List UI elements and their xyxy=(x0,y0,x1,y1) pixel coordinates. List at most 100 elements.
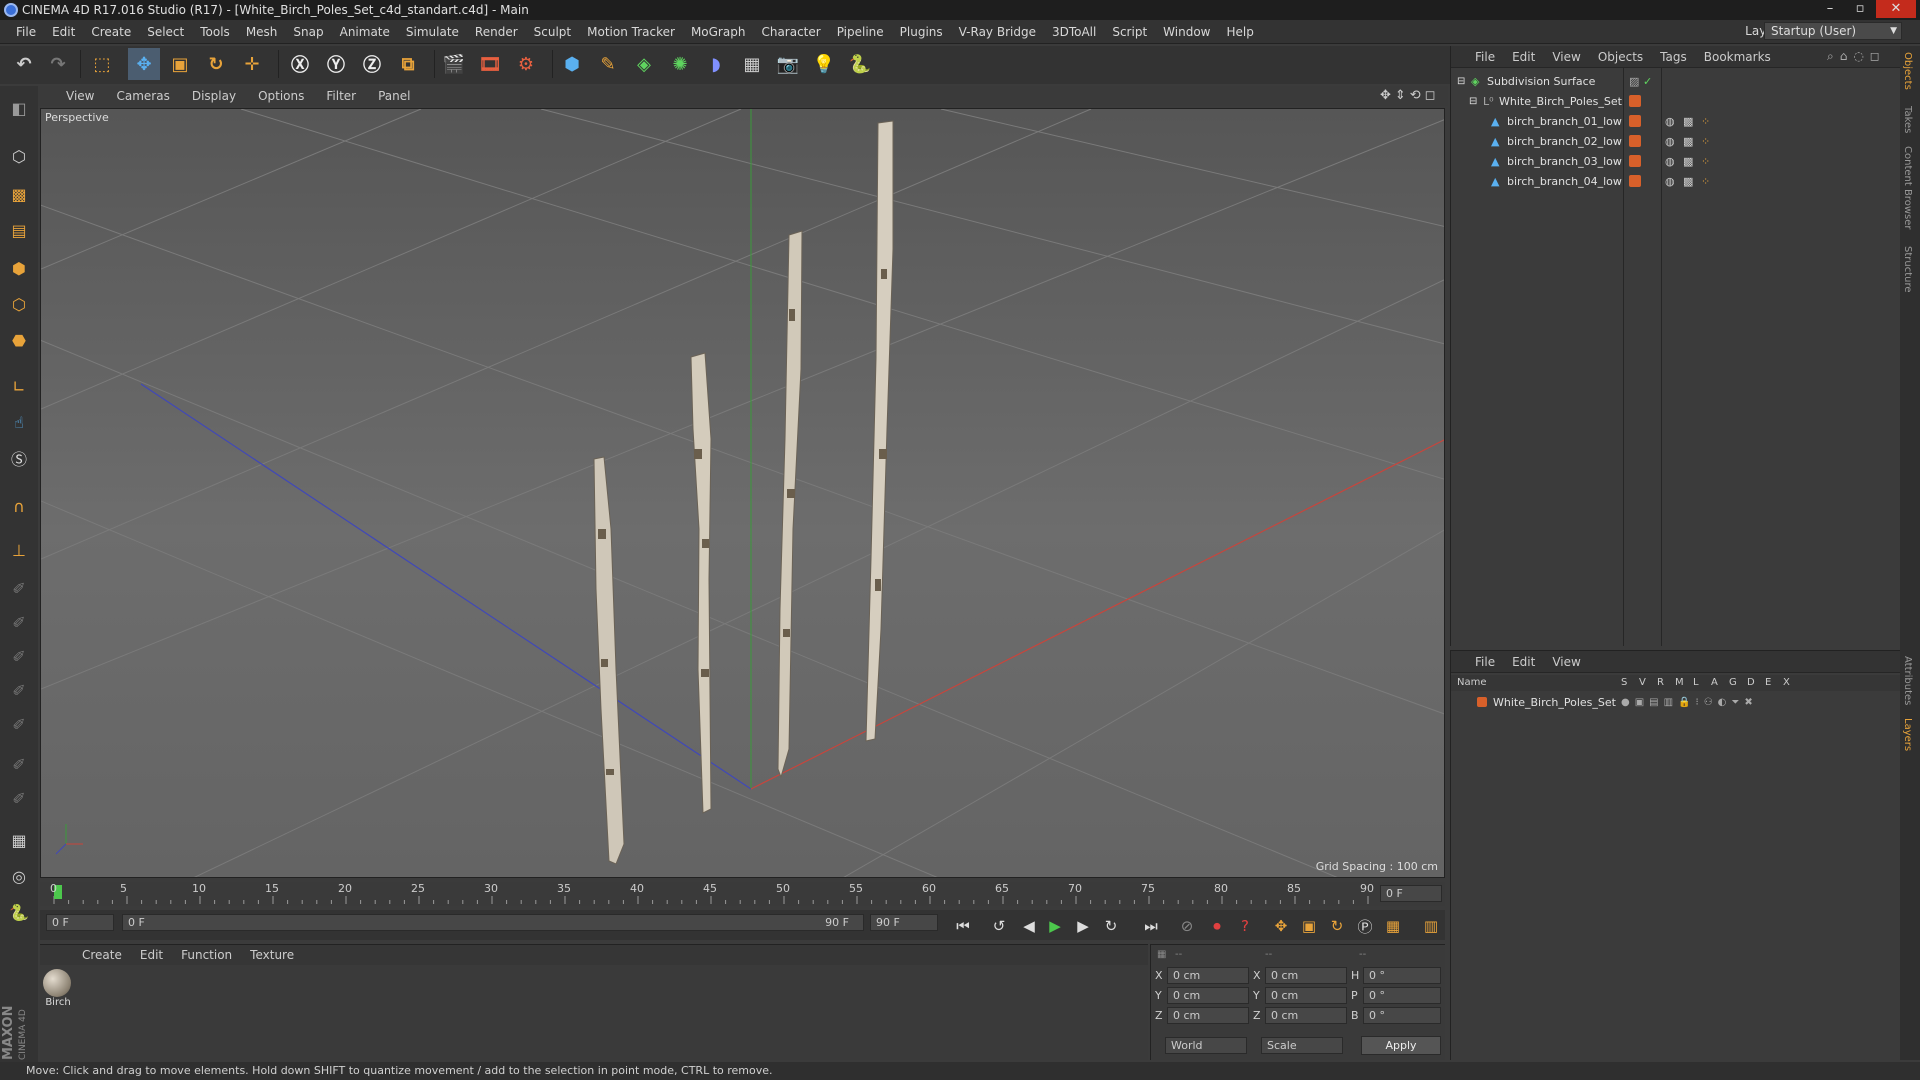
snap-toggle-icon[interactable]: Ⓢ xyxy=(3,442,35,474)
texture-tag-icon[interactable]: ▩ xyxy=(1683,152,1693,171)
3d-viewport[interactable]: Perspective Grid Spacing : 100 cm xyxy=(40,108,1445,878)
menu-animate[interactable]: Animate xyxy=(332,25,398,39)
menu-3dtoall[interactable]: 3DToAll xyxy=(1044,25,1104,39)
phong-tag-icon[interactable]: ⁘ xyxy=(1701,132,1710,151)
object-row-birch-branch-02[interactable]: ▲ birch_branch_02_low ◍ ▩ ⁘ xyxy=(1451,132,1901,151)
key-rotation-icon[interactable]: ↻ xyxy=(1324,913,1350,939)
tab-content-browser[interactable]: Content Browser xyxy=(1902,146,1913,229)
transform-tool-icon[interactable]: ✛ xyxy=(236,48,268,80)
viewport-menu-view[interactable]: View xyxy=(66,89,105,103)
layer-col-s[interactable]: S xyxy=(1621,675,1627,691)
light-icon[interactable]: 💡 xyxy=(808,48,840,80)
record-active-objects-icon[interactable]: ⏺ xyxy=(1204,913,1230,939)
phong-tag-icon[interactable]: ⁘ xyxy=(1701,172,1710,191)
layer-color-swatch[interactable] xyxy=(1629,95,1641,107)
sculpt-pinch-icon[interactable]: ✐ xyxy=(3,674,35,706)
layermgr-menu-view[interactable]: View xyxy=(1552,655,1580,669)
live-selection-icon[interactable]: ⬚ xyxy=(86,48,118,80)
menu-file[interactable]: File xyxy=(8,25,44,39)
viewport-menu-display[interactable]: Display xyxy=(192,89,247,103)
start-frame-field[interactable]: 0 F xyxy=(46,914,114,931)
key-parameter-icon[interactable]: Ⓟ xyxy=(1352,913,1378,939)
camera-icon[interactable]: 📷 xyxy=(772,48,804,80)
rotate-tool-icon[interactable]: ↻ xyxy=(200,48,232,80)
material-menu-edit[interactable]: Edit xyxy=(140,948,163,962)
menu-create[interactable]: Create xyxy=(83,25,139,39)
layer-color-swatch[interactable] xyxy=(1629,155,1641,167)
key-scale-icon[interactable]: ▣ xyxy=(1296,913,1322,939)
points-mode-icon[interactable]: ⬢ xyxy=(3,252,35,284)
timeline-window-icon[interactable]: ▥ xyxy=(1418,913,1444,939)
render-settings-icon[interactable]: ⚙ xyxy=(510,48,542,80)
previous-frame-icon[interactable]: ◀ xyxy=(1016,913,1042,939)
layer-col-r[interactable]: R xyxy=(1657,675,1664,691)
viewport-navigation-icons[interactable]: ✥⇕⟲◻ xyxy=(1380,88,1439,103)
size-x-field[interactable]: 0 cm xyxy=(1265,967,1347,984)
layout-dropdown[interactable]: Startup (User) ▼ xyxy=(1764,22,1902,40)
object-row-birch-branch-01[interactable]: ▲ birch_branch_01_low ◍ ▩ ⁘ xyxy=(1451,112,1901,131)
model-mode-icon[interactable]: ⬡ xyxy=(3,140,35,172)
menu-window[interactable]: Window xyxy=(1155,25,1218,39)
birch-pole-2[interactable] xyxy=(690,352,712,814)
viewport-menu-panel[interactable]: Panel xyxy=(378,89,421,103)
menu-vray-bridge[interactable]: V-Ray Bridge xyxy=(951,25,1044,39)
viewport-menu-filter[interactable]: Filter xyxy=(326,89,367,103)
cloner-icon[interactable]: ✺ xyxy=(664,48,696,80)
tab-structure[interactable]: Structure xyxy=(1902,246,1913,293)
polygons-mode-icon[interactable]: ⬣ xyxy=(3,324,35,356)
phong-tag-icon[interactable]: ⁘ xyxy=(1701,112,1710,131)
current-frame-field[interactable]: 0 F xyxy=(1380,885,1442,902)
y-axis-lock-icon[interactable]: Ⓨ xyxy=(320,48,352,80)
record-position-icon[interactable]: ⊘ xyxy=(1174,913,1200,939)
cube-primitive-icon[interactable]: ⬢ xyxy=(556,48,588,80)
size-z-field[interactable]: 0 cm xyxy=(1265,1007,1347,1024)
material-menu-texture[interactable]: Texture xyxy=(250,948,294,962)
undo-icon[interactable]: ↶ xyxy=(8,48,40,80)
next-key-icon[interactable]: ↻ xyxy=(1098,913,1124,939)
redo-icon[interactable]: ↷ xyxy=(42,48,74,80)
layer-col-m[interactable]: M xyxy=(1675,675,1684,691)
material-tag-icon[interactable]: ◍ xyxy=(1665,152,1675,171)
go-to-start-icon[interactable]: ⏮ xyxy=(950,913,976,939)
material-menu-function[interactable]: Function xyxy=(181,948,232,962)
layer-color-swatch[interactable] xyxy=(1477,697,1487,707)
material-menu-create[interactable]: Create xyxy=(82,948,122,962)
object-row-birch-branch-04[interactable]: ▲ birch_branch_04_low ◍ ▩ ⁘ xyxy=(1451,172,1901,191)
render-picture-viewer-icon[interactable]: 🎞 xyxy=(474,48,506,80)
frame-range-slider[interactable]: 0 F 90 F xyxy=(122,914,864,931)
layer-col-g[interactable]: G xyxy=(1729,675,1737,691)
layer-col-x[interactable]: X xyxy=(1783,675,1790,691)
tab-takes[interactable]: Takes xyxy=(1902,106,1913,133)
object-row-white-birch-poles-set[interactable]: ⊟ L⁰ White_Birch_Poles_Set xyxy=(1451,92,1901,111)
viewport-menu-options[interactable]: Options xyxy=(258,89,315,103)
objmgr-menu-view[interactable]: View xyxy=(1552,50,1580,64)
menu-mograph[interactable]: MoGraph xyxy=(683,25,754,39)
play-icon[interactable]: ▶ xyxy=(1042,913,1068,939)
objmgr-menu-file[interactable]: File xyxy=(1475,50,1495,64)
menu-tools[interactable]: Tools xyxy=(192,25,238,39)
floor-icon[interactable]: ▦ xyxy=(736,48,768,80)
previous-key-icon[interactable]: ↺ xyxy=(986,913,1012,939)
menu-plugins[interactable]: Plugins xyxy=(892,25,951,39)
layer-toggle-icons[interactable]: ●▣▤▥🔒⁝⚇◐⏷✖ xyxy=(1621,693,1758,712)
key-position-icon[interactable]: ✥ xyxy=(1268,913,1294,939)
material-birch[interactable]: Birch xyxy=(43,969,73,1013)
next-frame-icon[interactable]: ▶ xyxy=(1070,913,1096,939)
tweak-mode-icon[interactable]: ☝ xyxy=(3,406,35,438)
layer-color-swatch[interactable] xyxy=(1629,135,1641,147)
move-tool-icon[interactable]: ✥ xyxy=(128,48,160,80)
solo-toggle-icon[interactable]: ◎ xyxy=(3,860,35,892)
size-mode-dropdown[interactable]: Scale xyxy=(1261,1037,1343,1054)
objmgr-search-icons[interactable]: ⌕⌂◌◻ xyxy=(1827,49,1886,64)
layer-color-swatch[interactable] xyxy=(1629,115,1641,127)
subdivision-surface-icon[interactable]: ◈ xyxy=(628,48,660,80)
size-y-field[interactable]: 0 cm xyxy=(1265,987,1347,1004)
tab-attributes[interactable]: Attributes xyxy=(1902,656,1913,705)
magnet-tool-icon[interactable]: ∩ xyxy=(3,490,35,522)
tab-objects[interactable]: Objects xyxy=(1902,52,1913,90)
texture-tag-icon[interactable]: ▩ xyxy=(1683,172,1693,191)
position-x-field[interactable]: 0 cm xyxy=(1167,967,1249,984)
key-point-level-icon[interactable]: ▦ xyxy=(1380,913,1406,939)
scale-tool-icon[interactable]: ▣ xyxy=(164,48,196,80)
material-tag-icon[interactable]: ◍ xyxy=(1665,132,1675,151)
